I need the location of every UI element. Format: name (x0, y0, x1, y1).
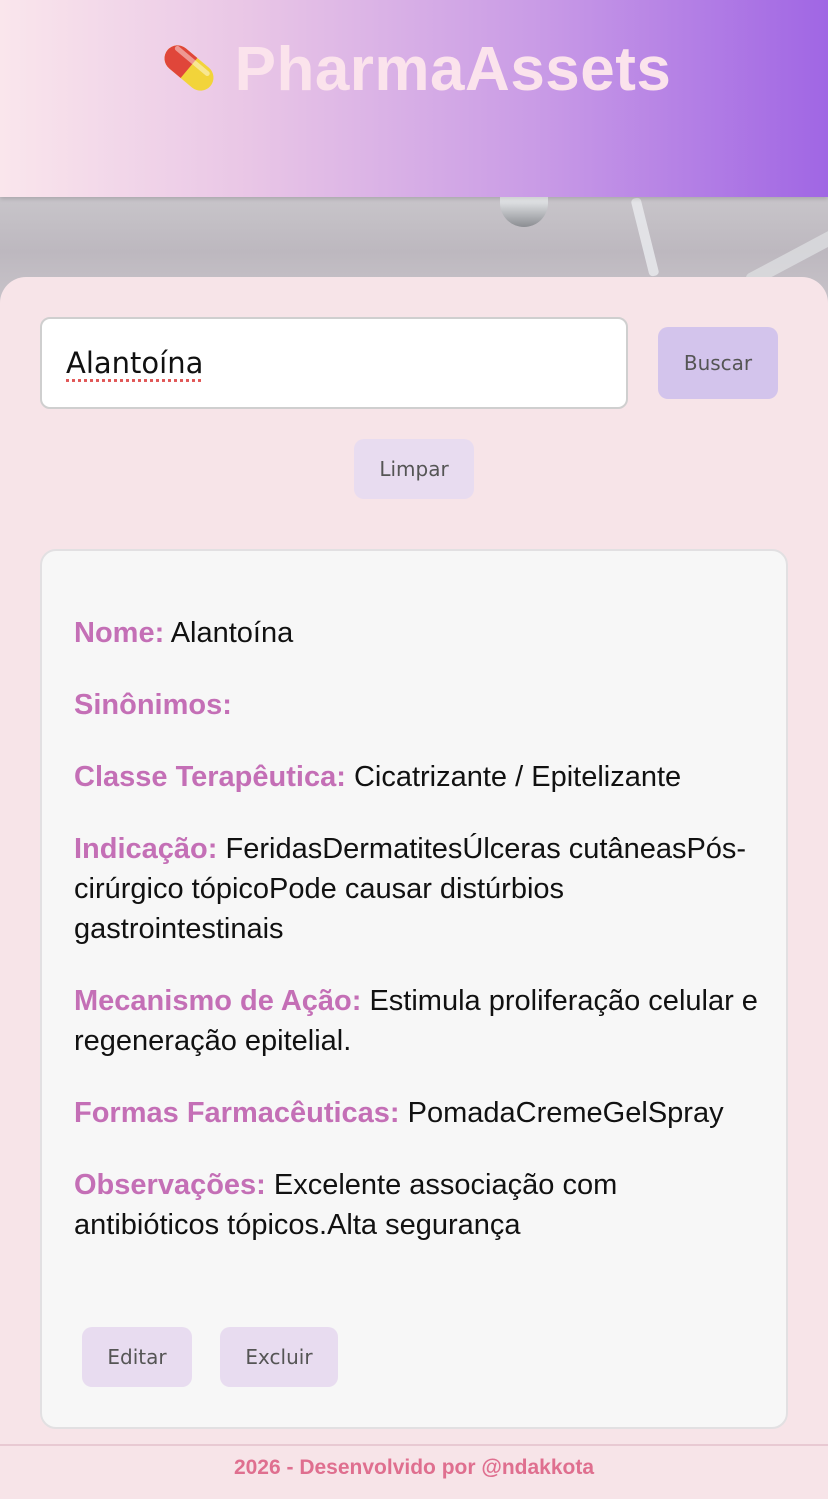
field-formas-farmaceuticas: Formas Farmacêuticas: PomadaCremeGelSpra… (74, 1093, 764, 1133)
field-label: Observações: (74, 1169, 266, 1201)
result-card: Nome: Alantoína Sinônimos: Classe Terapê… (40, 549, 788, 1429)
search-input[interactable]: Alantoína (40, 317, 628, 409)
field-observacoes: Observações: Excelente associação com an… (74, 1165, 764, 1245)
app-title-row: PharmaAssets (0, 34, 828, 105)
field-label: Sinônimos: (74, 689, 232, 721)
field-label: Formas Farmacêuticas: (74, 1097, 400, 1129)
field-label: Indicação: (74, 833, 218, 865)
clear-button[interactable]: Limpar (354, 439, 474, 499)
field-mecanismo-de-acao: Mecanismo de Ação: Estimula proliferação… (74, 981, 764, 1061)
field-label: Mecanismo de Ação: (74, 985, 362, 1017)
search-input-value: Alantoína (66, 346, 204, 380)
result-fields: Nome: Alantoína Sinônimos: Classe Terapê… (74, 613, 764, 1277)
field-value: PomadaCremeGelSpray (407, 1097, 724, 1129)
pill-icon (157, 37, 221, 99)
field-label: Classe Terapêutica: (74, 761, 346, 793)
app-header: PharmaAssets (0, 0, 828, 197)
footer-text: 2026 - Desenvolvido por @ndakkota (233, 1456, 595, 1479)
field-indicacao: Indicação: FeridasDermatitesÚlceras cutâ… (74, 829, 764, 949)
edit-button[interactable]: Editar (82, 1327, 192, 1387)
field-value: Alantoína (170, 617, 294, 649)
main-panel: Alantoína Buscar Limpar Nome: Alantoína … (0, 277, 828, 1447)
delete-button[interactable]: Excluir (220, 1327, 338, 1387)
field-sinonimos: Sinônimos: (74, 685, 764, 725)
field-nome: Nome: Alantoína (74, 613, 764, 653)
search-button[interactable]: Buscar (658, 327, 778, 399)
field-classe-terapeutica: Classe Terapêutica: Cicatrizante / Epite… (74, 757, 764, 797)
footer-divider (0, 1444, 828, 1446)
field-value: Cicatrizante / Epitelizante (353, 761, 682, 793)
field-label: Nome: (74, 617, 165, 649)
app-title: PharmaAssets (234, 35, 672, 104)
